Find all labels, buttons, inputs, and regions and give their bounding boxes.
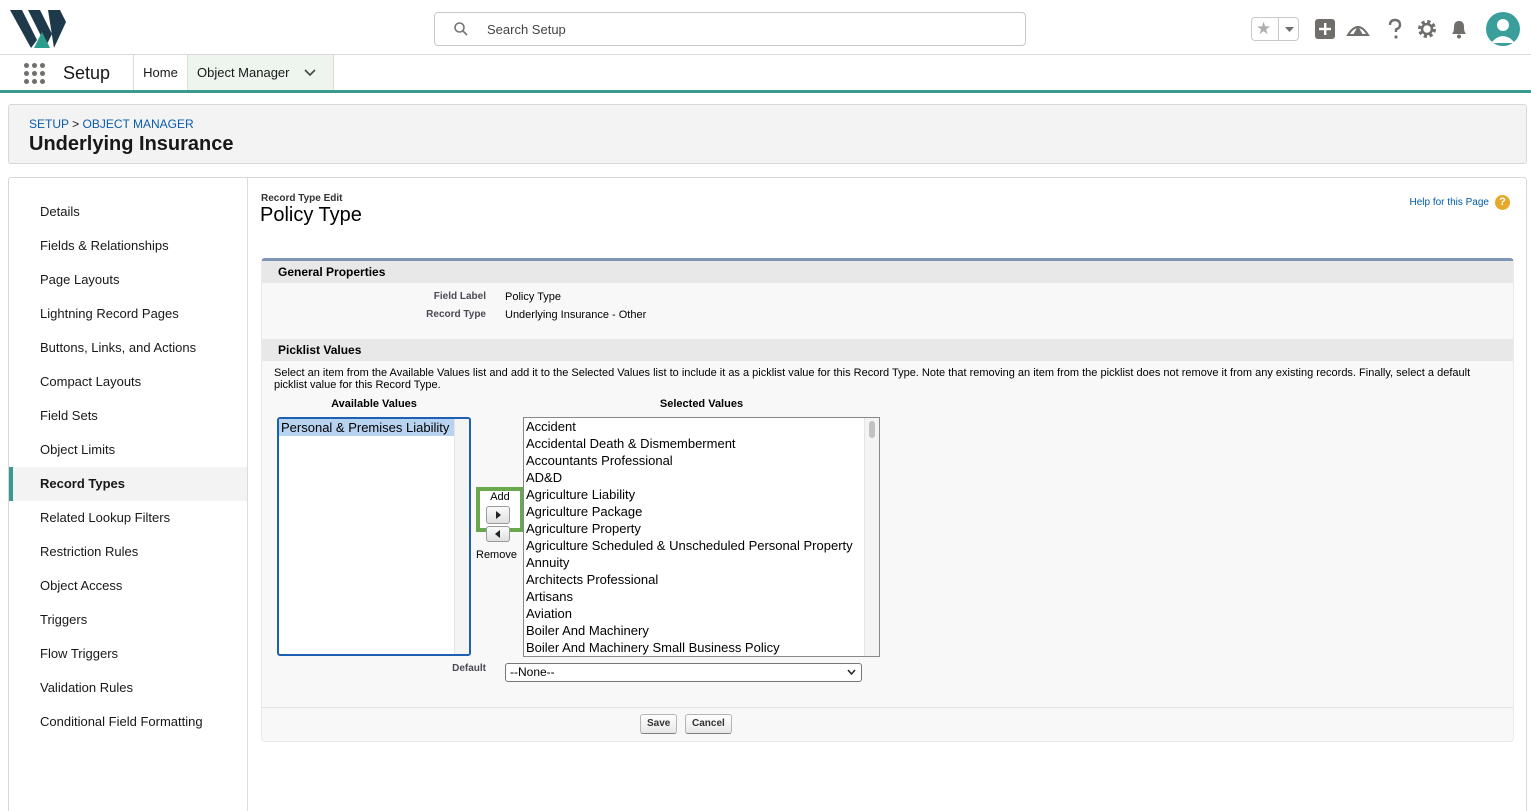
record-type-title: Policy Type: [260, 204, 362, 226]
app-launcher-icon[interactable]: [24, 63, 46, 85]
page-title: Underlying Insurance: [29, 133, 234, 155]
sidebar-item-page-layouts[interactable]: Page Layouts: [9, 263, 247, 297]
sidebar-item-buttons-links-actions[interactable]: Buttons, Links, and Actions: [9, 331, 247, 365]
tab-object-manager[interactable]: Object Manager: [187, 55, 334, 90]
section-picklist-values: Picklist Values: [262, 339, 1513, 361]
picklist-instructions: Select an item from the Available Values…: [274, 367, 1471, 391]
list-item[interactable]: Personal & Premises Liability: [279, 419, 455, 436]
list-item[interactable]: Accidental Death & Dismemberment: [524, 435, 879, 452]
record-type-label: Record Type: [426, 309, 486, 320]
button-bar: Save Cancel: [262, 707, 1513, 742]
search-icon: [454, 22, 468, 36]
sidebar-item-restriction-rules[interactable]: Restriction Rules: [9, 535, 247, 569]
selected-scrollbar[interactable]: [864, 418, 879, 656]
record-type-edit: Record Type Edit Policy Type Help for th…: [260, 178, 1516, 778]
remove-label: Remove: [476, 549, 517, 561]
list-item[interactable]: AD&D: [524, 469, 879, 486]
add-icon[interactable]: [1313, 17, 1337, 41]
company-logo[interactable]: [10, 10, 66, 48]
arrow-right-icon: [496, 511, 501, 519]
available-values-list[interactable]: Personal & Premises Liability: [277, 417, 471, 656]
favorites-dropdown[interactable]: [1278, 18, 1299, 40]
section-general-properties: General Properties: [262, 261, 1513, 283]
available-scrollbar[interactable]: [454, 419, 469, 654]
favorites-button[interactable]: ★: [1251, 17, 1299, 41]
help-link[interactable]: Help for this Page?: [1410, 195, 1510, 210]
field-label-value: Policy Type: [505, 291, 562, 303]
page-header: SETUP > OBJECT MANAGER Underlying Insura…: [8, 104, 1527, 164]
sidebar-item-details[interactable]: Details: [9, 195, 247, 229]
gear-icon[interactable]: [1415, 17, 1439, 41]
list-item[interactable]: Agriculture Liability: [524, 486, 879, 503]
help-icon[interactable]: [1383, 17, 1407, 41]
global-header: Search Setup ★: [0, 0, 1531, 55]
scrollbar-thumb[interactable]: [869, 421, 875, 438]
list-item[interactable]: Accident: [524, 418, 879, 435]
sidebar-item-object-limits[interactable]: Object Limits: [9, 433, 247, 467]
selected-values-list[interactable]: Accident Accidental Death & Dismembermen…: [523, 417, 880, 657]
list-item[interactable]: Boiler And Machinery Small Business Poli…: [524, 639, 879, 656]
add-button[interactable]: [486, 506, 510, 524]
breadcrumb-object-manager[interactable]: OBJECT MANAGER: [83, 117, 194, 131]
help-link-label[interactable]: Help for this Page: [1410, 197, 1490, 208]
tab-home[interactable]: Home: [133, 55, 187, 90]
sidebar-item-compact-layouts[interactable]: Compact Layouts: [9, 365, 247, 399]
sidebar-item-field-sets[interactable]: Field Sets: [9, 399, 247, 433]
chevron-down-icon: [847, 669, 856, 676]
bell-icon[interactable]: [1447, 17, 1471, 41]
breadcrumb-setup[interactable]: SETUP: [29, 117, 69, 131]
default-label: Default: [452, 663, 486, 674]
sidebar-item-object-access[interactable]: Object Access: [9, 569, 247, 603]
sidebar-item-record-types[interactable]: Record Types: [9, 467, 247, 501]
list-item[interactable]: Accountants Professional: [524, 452, 879, 469]
breadcrumb-separator: >: [72, 117, 80, 131]
list-item[interactable]: Architects Professional: [524, 571, 879, 588]
star-icon: ★: [1256, 19, 1272, 38]
list-item[interactable]: Artisans: [524, 588, 879, 605]
default-select-value: --None--: [510, 665, 555, 679]
search-box[interactable]: Search Setup: [434, 12, 1026, 46]
remove-button[interactable]: [486, 526, 510, 542]
breadcrumb: SETUP > OBJECT MANAGER: [29, 117, 194, 131]
edit-form: General Properties Field Label Policy Ty…: [261, 258, 1514, 742]
avatar-icon[interactable]: [1486, 12, 1520, 46]
search-placeholder: Search Setup: [487, 22, 566, 37]
list-item[interactable]: Aviation: [524, 605, 879, 622]
record-type-value: Underlying Insurance - Other: [505, 309, 647, 321]
sidebar-item-fields-relationships[interactable]: Fields & Relationships: [9, 229, 247, 263]
trailhead-icon[interactable]: [1346, 17, 1370, 41]
object-sidebar: Details Fields & Relationships Page Layo…: [9, 178, 248, 811]
app-nav-bar: Setup Home Object Manager: [0, 55, 1531, 93]
main-panel: Details Fields & Relationships Page Layo…: [8, 177, 1527, 811]
sidebar-item-triggers[interactable]: Triggers: [9, 603, 247, 637]
sidebar-item-related-lookup-filters[interactable]: Related Lookup Filters: [9, 501, 247, 535]
sidebar-item-validation-rules[interactable]: Validation Rules: [9, 671, 247, 705]
add-label: Add: [490, 491, 510, 503]
chevron-down-icon: [1285, 27, 1294, 32]
app-name: Setup: [63, 63, 111, 83]
list-item[interactable]: Agriculture Scheduled & Unscheduled Pers…: [524, 537, 879, 554]
cancel-button[interactable]: Cancel: [685, 714, 732, 734]
list-item[interactable]: Boiler And Machinery: [524, 622, 879, 639]
default-select[interactable]: --None--: [505, 663, 862, 682]
selected-values-header: Selected Values: [659, 398, 744, 410]
arrow-left-icon: [495, 530, 500, 538]
page-subtitle: Record Type Edit: [261, 193, 343, 204]
list-item[interactable]: Agriculture Package: [524, 503, 879, 520]
available-values-header: Available Values: [331, 398, 417, 410]
sidebar-item-conditional-field-formatting[interactable]: Conditional Field Formatting: [9, 705, 247, 739]
tab-object-manager-label: Object Manager: [197, 65, 290, 80]
field-label-label: Field Label: [433, 291, 486, 302]
list-item[interactable]: Annuity: [524, 554, 879, 571]
chevron-down-icon[interactable]: [304, 68, 316, 78]
sidebar-item-flow-triggers[interactable]: Flow Triggers: [9, 637, 247, 671]
help-icon[interactable]: ?: [1495, 195, 1510, 210]
save-button[interactable]: Save: [640, 714, 678, 734]
list-item[interactable]: Agriculture Property: [524, 520, 879, 537]
sidebar-item-lightning-record-pages[interactable]: Lightning Record Pages: [9, 297, 247, 331]
